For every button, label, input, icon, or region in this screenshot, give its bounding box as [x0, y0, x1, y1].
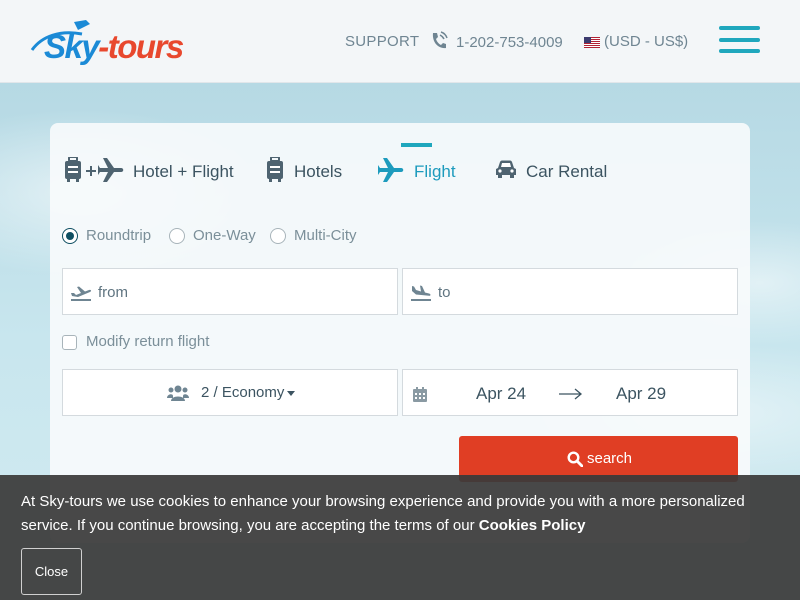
tab-flight[interactable]: Flight: [378, 155, 463, 187]
modify-return-label: Modify return flight: [86, 333, 210, 350]
radio-one-way-label: One-Way: [193, 227, 256, 244]
date-range-picker[interactable]: Apr 24 Apr 29: [402, 369, 738, 416]
radio-circle: [169, 228, 185, 244]
us-flag-icon: [584, 37, 600, 48]
radio-roundtrip[interactable]: Roundtrip: [62, 226, 162, 246]
passengers-class-label: 2 / Economy: [201, 384, 285, 401]
chevron-down-icon: [287, 391, 295, 396]
phone-link[interactable]: 1-202-753-4009: [430, 31, 580, 53]
tab-flight-label: Flight: [414, 162, 456, 181]
from-input[interactable]: [98, 281, 378, 303]
departure-date: Apr 24: [476, 384, 527, 403]
tab-hotels[interactable]: Hotels: [266, 155, 351, 187]
logo-tours-text: -tours: [98, 28, 184, 65]
to-field: [402, 268, 738, 315]
modify-return-checkbox[interactable]: Modify return flight: [62, 333, 222, 351]
sky-tours-logo[interactable]: Sky-tours: [30, 16, 205, 68]
logo-sky-text: Sky: [44, 28, 100, 65]
active-tab-indicator: [401, 143, 432, 147]
search-button-label: search: [587, 450, 633, 467]
luggage-icon: [65, 157, 81, 182]
cookie-close-label: Close: [34, 564, 69, 579]
currency-label: (USD - US$): [604, 33, 689, 50]
to-input[interactable]: [438, 281, 718, 303]
cookie-message-text: At Sky-tours we use cookies to enhance y…: [21, 493, 745, 534]
radio-one-way[interactable]: One-Way: [169, 226, 259, 246]
search-icon: [567, 451, 583, 467]
site-header: Sky-tours SUPPORT 1-202-753-4009 (USD - …: [0, 0, 800, 83]
phone-icon: [432, 31, 448, 49]
radio-circle: [62, 228, 78, 244]
cookie-message: At Sky-tours we use cookies to enhance y…: [21, 490, 791, 538]
hamburger-menu-icon[interactable]: [719, 26, 761, 54]
cookie-banner: At Sky-tours we use cookies to enhance y…: [0, 475, 800, 600]
arrow-right-icon: [559, 388, 583, 400]
tab-car-rental-label: Car Rental: [526, 162, 608, 181]
plus-icon: [86, 166, 96, 176]
phone-number: 1-202-753-4009: [456, 34, 563, 51]
support-link[interactable]: SUPPORT: [345, 33, 419, 50]
cookies-policy-link[interactable]: Cookies Policy: [479, 517, 586, 534]
luggage-icon: [267, 157, 283, 182]
checkbox-box: [62, 335, 77, 350]
plane-icon: [98, 158, 124, 182]
car-icon: [496, 160, 516, 178]
tab-car-rental[interactable]: Car Rental: [494, 155, 609, 187]
tab-hotels-label: Hotels: [294, 162, 343, 181]
return-date: Apr 29: [616, 384, 667, 403]
from-field: [62, 268, 398, 315]
cookie-close-button[interactable]: Close: [21, 548, 82, 595]
radio-circle: [270, 228, 286, 244]
users-icon: [167, 385, 189, 401]
calendar-icon: [413, 387, 427, 402]
plane-icon: [378, 158, 404, 182]
tab-hotel-flight[interactable]: Hotel + Flight: [64, 155, 234, 187]
tab-hotel-flight-label: Hotel + Flight: [133, 162, 234, 181]
plane-departure-icon: [71, 286, 92, 301]
currency-selector[interactable]: (USD - US$): [583, 32, 688, 52]
radio-roundtrip-label: Roundtrip: [86, 227, 152, 244]
passengers-class-dropdown[interactable]: 2 / Economy: [62, 369, 398, 416]
radio-multi-city[interactable]: Multi-City: [270, 226, 370, 246]
radio-multi-city-label: Multi-City: [294, 227, 357, 244]
plane-arrival-icon: [411, 285, 431, 301]
